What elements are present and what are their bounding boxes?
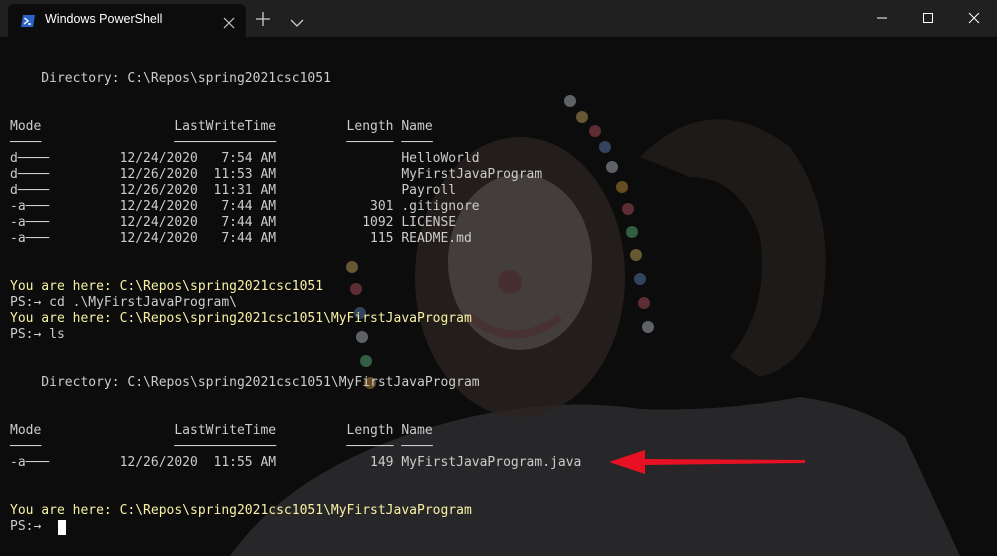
terminal-output[interactable]: Directory: C:\Repos\spring2021csc1051 Mo… — [0, 37, 997, 556]
tab-title: Windows PowerShell — [45, 12, 163, 26]
location-line: You are here: C:\Repos\spring2021csc1051… — [10, 311, 472, 326]
listing-row: -a─── 12/24/2020 7:44 AM 301 .gitignore — [10, 199, 480, 214]
close-tab-icon[interactable] — [223, 14, 235, 29]
close-icon — [968, 12, 980, 24]
listing-row: d──── 12/26/2020 11:53 AM MyFirstJavaPro… — [10, 167, 543, 182]
minimize-icon — [877, 17, 887, 19]
powershell-icon — [20, 13, 36, 27]
text-cursor[interactable] — [58, 520, 66, 535]
column-headers: Mode LastWriteTime Length Name — [10, 119, 433, 134]
prompt-command: PS:→ ls — [10, 327, 65, 342]
maximize-icon — [923, 13, 933, 23]
column-underlines: ──── ───────────── ────── ──── — [10, 439, 433, 454]
listing-row: -a─── 12/24/2020 7:44 AM 1092 LICENSE — [10, 215, 457, 230]
directory-header: Directory: C:\Repos\spring2021csc1051\My… — [10, 375, 480, 390]
location-line: You are here: C:\Repos\spring2021csc1051 — [10, 279, 324, 294]
listing-row: d──── 12/24/2020 7:54 AM HelloWorld — [10, 151, 480, 166]
tab-windows-powershell[interactable]: Windows PowerShell — [8, 4, 246, 37]
close-button[interactable] — [951, 0, 997, 37]
column-underlines: ──── ───────────── ────── ──── — [10, 135, 433, 150]
title-bar: Windows PowerShell — [0, 0, 997, 37]
plus-icon[interactable] — [255, 11, 271, 27]
prompt-command: PS:→ cd .\MyFirstJavaProgram\ — [10, 295, 237, 310]
chevron-down-icon[interactable] — [290, 13, 304, 27]
prompt-line: PS:→ — [10, 519, 50, 534]
listing-row: d──── 12/26/2020 11:31 AM Payroll — [10, 183, 457, 198]
maximize-button[interactable] — [905, 0, 951, 37]
location-line: You are here: C:\Repos\spring2021csc1051… — [10, 503, 472, 518]
red-arrow-icon — [609, 450, 805, 474]
directory-header: Directory: C:\Repos\spring2021csc1051 — [10, 71, 331, 86]
listing-row: -a─── 12/26/2020 11:55 AM 149 MyFirstJav… — [10, 455, 582, 470]
column-headers: Mode LastWriteTime Length Name — [10, 423, 433, 438]
minimize-button[interactable] — [859, 0, 905, 37]
listing-row: -a─── 12/24/2020 7:44 AM 115 README.md — [10, 231, 472, 246]
